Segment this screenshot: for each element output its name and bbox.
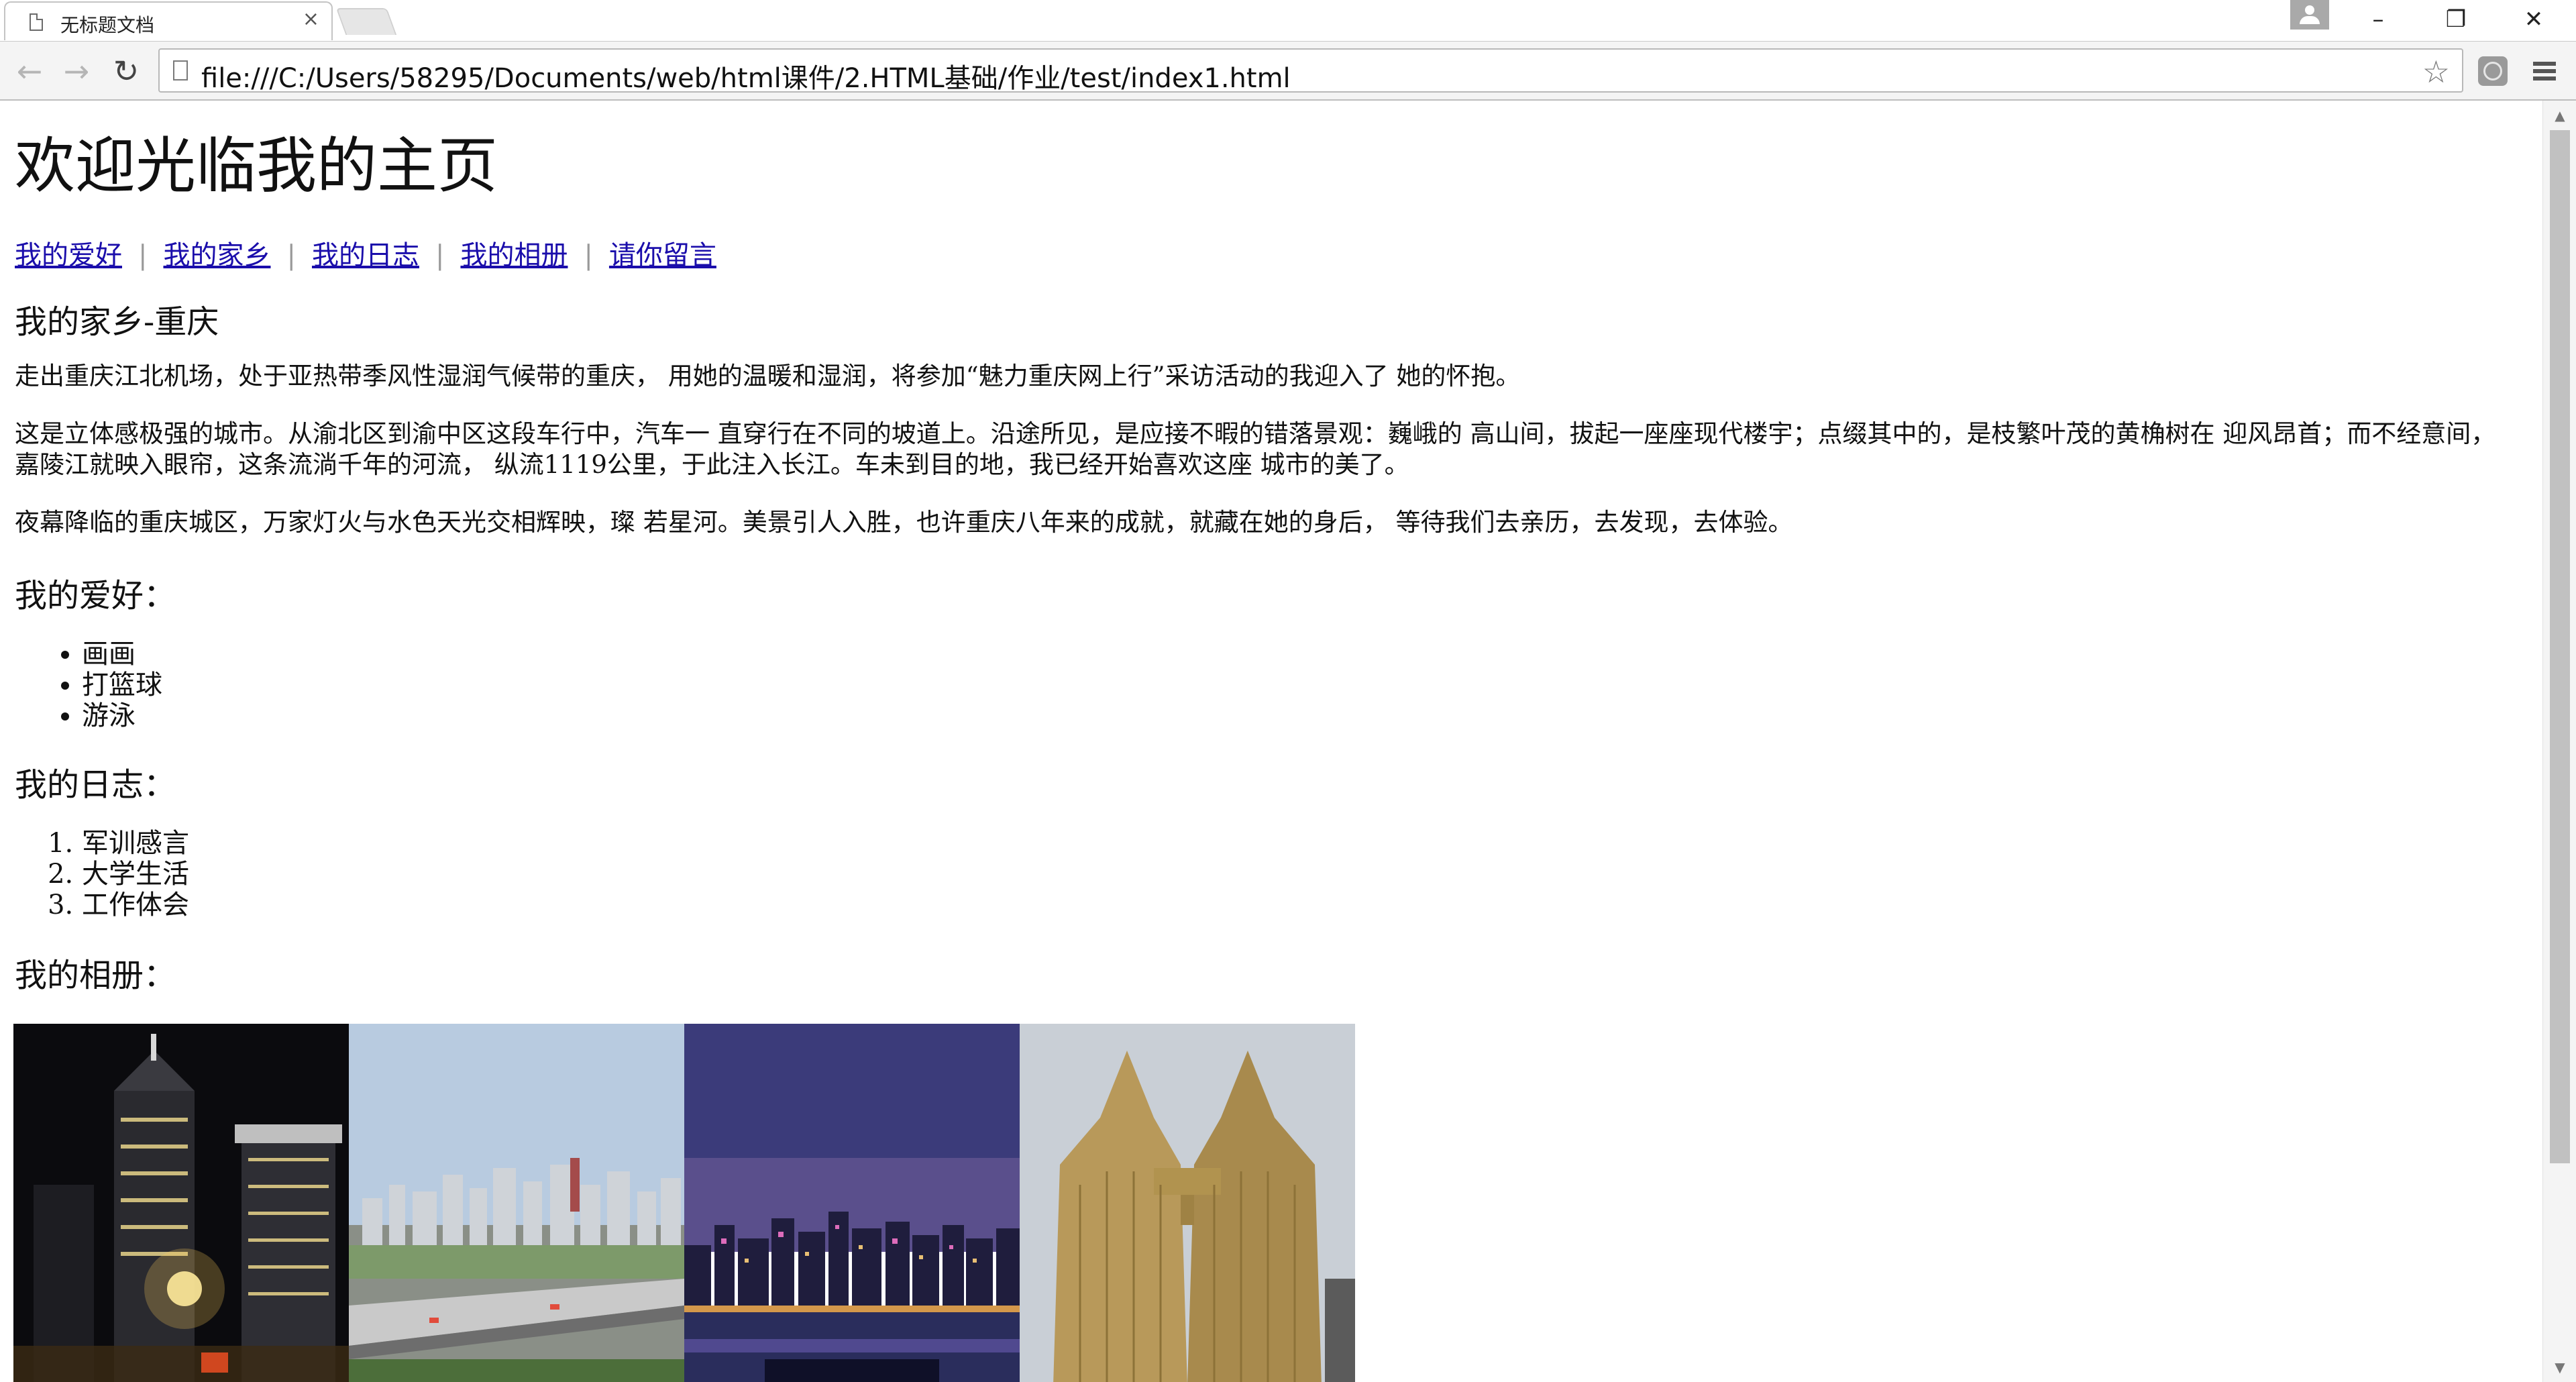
nav-link-message[interactable]: 请你留言: [609, 240, 716, 271]
window-close-icon[interactable]: ✕: [2497, 3, 2571, 36]
scrollbar-thumb[interactable]: [2550, 130, 2570, 1163]
list-item: 打篮球: [82, 670, 162, 700]
album-heading: 我的相册：: [15, 957, 176, 994]
photo-twin-towers[interactable]: [1020, 1024, 1355, 1382]
hometown-paragraph-2: 这是立体感极强的城市。从渝北区到渝中区这段车行中，汽车一 直穿行在不同的坡道上。…: [15, 419, 2496, 479]
photo-daytime-city[interactable]: [349, 1024, 684, 1382]
hobbies-list: 画画 打篮球 游泳: [15, 639, 162, 731]
scroll-up-icon[interactable]: ▲: [2543, 102, 2576, 129]
list-item: 游泳: [82, 700, 162, 731]
tab-close-icon[interactable]: ×: [303, 9, 319, 30]
nav-links: 我的爱好 | 我的家乡 | 我的日志 | 我的相册 | 请你留言: [15, 233, 716, 272]
nav-link-hometown[interactable]: 我的家乡: [163, 240, 270, 271]
url-text[interactable]: file:///C:/Users/58295/Documents/web/htm…: [201, 56, 1291, 95]
nav-link-hobbies[interactable]: 我的爱好: [15, 240, 122, 271]
list-item: 军训感言: [82, 828, 189, 859]
photo-night-river[interactable]: [684, 1024, 1020, 1382]
hometown-heading: 我的家乡-重庆: [15, 303, 219, 341]
address-bar[interactable]: file:///C:/Users/58295/Documents/web/htm…: [158, 48, 2463, 95]
menu-icon[interactable]: [2530, 56, 2560, 86]
browser-toolbar: ← → ↻ file:///C:/Users/58295/Documents/w…: [0, 42, 2576, 101]
list-item: 工作体会: [82, 890, 189, 920]
page-icon: [30, 13, 43, 31]
diary-heading: 我的日志：: [15, 766, 176, 804]
nav-link-diary[interactable]: 我的日志: [312, 240, 419, 271]
restore-icon[interactable]: ❐: [2419, 3, 2493, 36]
browser-tab[interactable]: 无标题文档 ×: [4, 1, 333, 40]
profile-avatar-icon[interactable]: [2290, 0, 2329, 30]
new-tab-button[interactable]: [335, 8, 397, 35]
file-icon: [173, 60, 188, 81]
tab-title: 无标题文档: [60, 14, 155, 36]
vertical-scrollbar[interactable]: ▲ ▼: [2542, 101, 2576, 1382]
forward-icon[interactable]: →: [56, 51, 97, 91]
page-viewport: 欢迎光临我的主页 我的爱好 | 我的家乡 | 我的日志 | 我的相册 | 请你留言 我的家乡-重…: [0, 101, 2542, 1382]
diary-list: 军训感言 大学生活 工作体会: [15, 828, 189, 920]
hometown-paragraph-3: 夜幕降临的重庆城区，万家灯火与水色天光交相辉映，璨 若星河。美景引人入胜，也许重…: [15, 508, 1793, 537]
nav-separator: |: [286, 240, 296, 271]
hobbies-heading: 我的爱好：: [15, 577, 176, 615]
back-icon[interactable]: ←: [9, 51, 50, 91]
list-item: 画画: [82, 639, 162, 670]
extension-icon[interactable]: [2478, 56, 2508, 86]
nav-separator: |: [584, 240, 593, 271]
scroll-down-icon[interactable]: ▼: [2543, 1354, 2576, 1381]
tab-strip: 无标题文档 × – ❐ ✕: [0, 0, 2576, 42]
minimize-icon[interactable]: –: [2341, 3, 2415, 36]
reload-icon[interactable]: ↻: [106, 51, 146, 91]
photo-night-skyscrapers[interactable]: [13, 1024, 349, 1382]
photo-album: [13, 1024, 1355, 1382]
nav-link-album[interactable]: 我的相册: [460, 240, 568, 271]
nav-separator: |: [435, 240, 445, 271]
page-title: 欢迎光临我的主页: [15, 131, 498, 201]
bookmark-star-icon[interactable]: ☆: [2422, 54, 2450, 90]
list-item: 大学生活: [82, 859, 189, 890]
hometown-paragraph-1: 走出重庆江北机场，处于亚热带季风性湿润气候带的重庆， 用她的温暖和湿润，将参加“…: [15, 362, 1521, 390]
nav-separator: |: [138, 240, 148, 271]
